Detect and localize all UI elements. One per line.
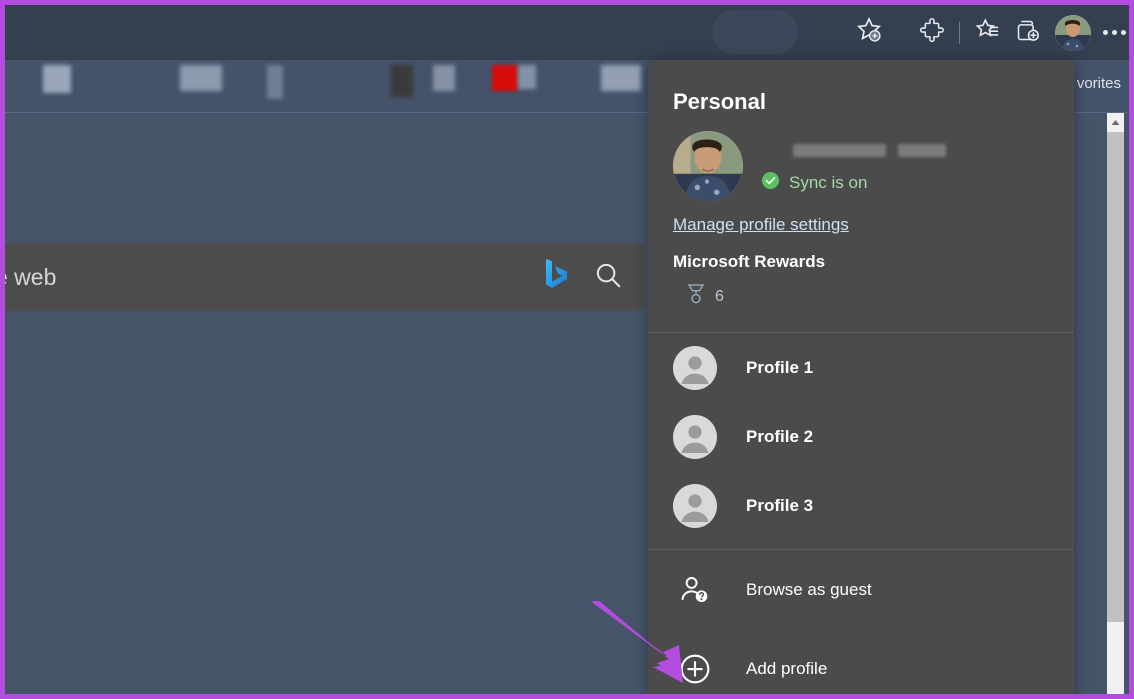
- account-email-redacted: [898, 144, 946, 157]
- profile-list-item-label: Profile 3: [746, 495, 814, 515]
- check-circle-icon: [761, 171, 780, 195]
- other-favorites-label[interactable]: vorites: [1077, 75, 1121, 92]
- avatar-photo-icon: [1055, 14, 1091, 51]
- profile-list-item-3[interactable]: Profile 3: [648, 471, 1074, 540]
- plus-circle-icon: [673, 652, 717, 686]
- extensions-button[interactable]: [912, 16, 952, 50]
- profile-avatar-button[interactable]: [1055, 14, 1091, 51]
- profile-list-item-1[interactable]: Profile 1: [648, 333, 1074, 402]
- bing-logo-icon[interactable]: [539, 256, 571, 299]
- browse-as-guest-button[interactable]: Browse as guest: [648, 550, 1074, 629]
- collections-plus-icon: [1014, 17, 1041, 49]
- manage-profile-settings-link[interactable]: Manage profile settings: [673, 215, 849, 235]
- search-input[interactable]: e web: [5, 264, 539, 291]
- collections-button[interactable]: [1007, 16, 1047, 50]
- sync-status-text: Sync is on: [789, 173, 868, 192]
- toolbar-divider: [959, 21, 960, 44]
- profile-list-item-2[interactable]: Profile 2: [648, 402, 1074, 471]
- settings-and-more-button[interactable]: [1097, 16, 1129, 50]
- account-identity-row: Sync is on: [648, 127, 1074, 215]
- person-avatar-icon: [673, 345, 717, 390]
- profile-list-item-label: Profile 1: [746, 357, 814, 377]
- person-avatar-icon: [673, 414, 717, 459]
- scrollbar-thumb[interactable]: [1107, 132, 1124, 622]
- favorite-item-6[interactable]: [492, 65, 518, 91]
- add-favorite-pill: [712, 10, 798, 54]
- account-avatar: [673, 131, 743, 201]
- magnifier-icon[interactable]: [593, 260, 623, 295]
- search-box[interactable]: e web: [5, 243, 645, 311]
- browse-as-guest-label: Browse as guest: [746, 579, 872, 599]
- add-favorite-button[interactable]: [826, 16, 912, 50]
- favorite-item-5[interactable]: [433, 65, 455, 91]
- favorite-item-6b[interactable]: [518, 65, 536, 89]
- star-list-icon: [973, 16, 1001, 49]
- profile-list-item-label: Profile 2: [746, 426, 814, 446]
- browser-window: vorites e web Personal Sync is on Manage…: [0, 0, 1134, 699]
- scroll-up-button[interactable]: [1107, 113, 1124, 130]
- rewards-points-value: 6: [715, 287, 724, 305]
- profile-flyout-panel: Personal Sync is on Manage profile setti…: [648, 60, 1074, 694]
- favorite-item-7[interactable]: [601, 65, 641, 91]
- account-name-redacted: [793, 144, 886, 157]
- rewards-points-row[interactable]: 6: [686, 283, 1074, 310]
- sync-status-row: Sync is on: [761, 171, 867, 195]
- toolbar-actions: [826, 5, 1129, 60]
- user-photo-icon: [673, 131, 743, 201]
- star-plus-icon: [854, 15, 884, 50]
- rewards-heading: Microsoft Rewards: [673, 252, 826, 271]
- rewards-medal-icon: [686, 283, 706, 310]
- favorite-item-1[interactable]: [43, 65, 71, 93]
- add-profile-label: Add profile: [746, 658, 828, 678]
- scroll-up-arrow-icon: [1111, 113, 1120, 131]
- person-avatar-icon: [673, 483, 717, 528]
- favorite-item-3[interactable]: [267, 65, 283, 99]
- page-scrollbar[interactable]: [1107, 113, 1124, 694]
- guest-person-icon: [673, 573, 717, 607]
- favorite-item-2[interactable]: [180, 65, 222, 91]
- flyout-title: Personal: [673, 89, 766, 114]
- favorite-item-4[interactable]: [391, 65, 413, 97]
- favorites-button[interactable]: [967, 16, 1007, 50]
- browser-toolbar: [5, 5, 1129, 60]
- add-profile-button[interactable]: Add profile: [648, 629, 1074, 694]
- puzzle-piece-icon: [919, 17, 945, 48]
- ellipsis-icon: [1102, 30, 1126, 35]
